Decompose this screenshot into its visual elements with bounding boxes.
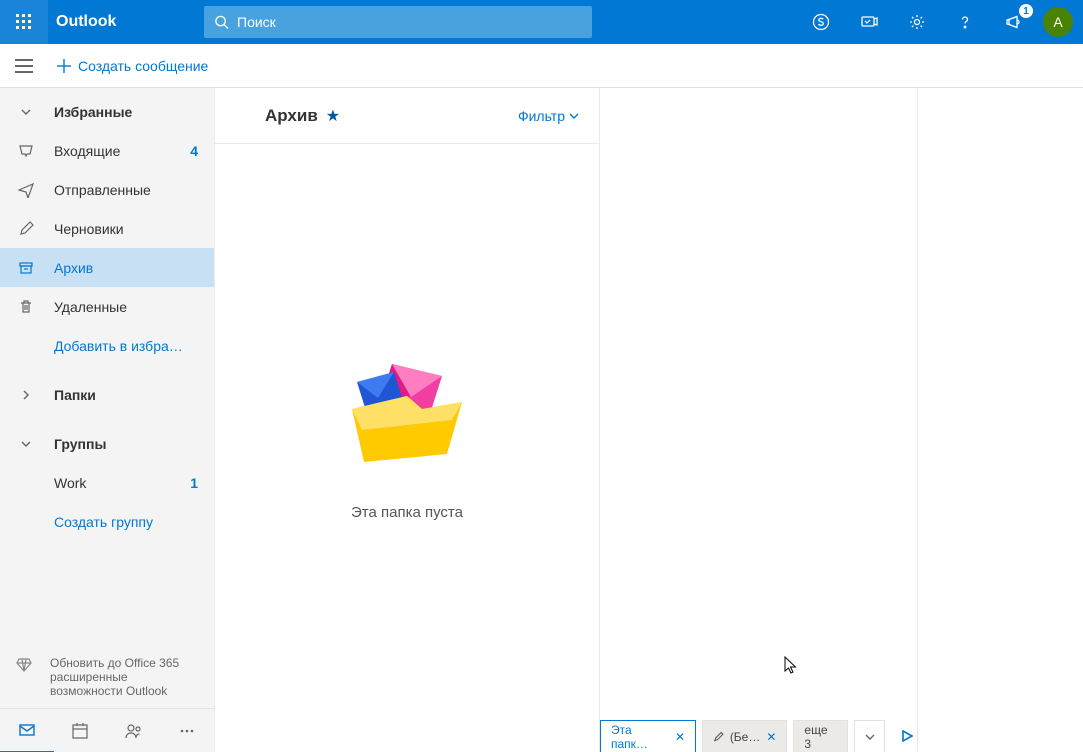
skype-button[interactable] (797, 0, 845, 44)
sidebar-item-sent[interactable]: Отправленные (0, 170, 214, 209)
sidebar-item-inbox[interactable]: Входящие 4 (0, 131, 214, 170)
chevron-down-icon (569, 111, 579, 121)
groups-label: Группы (54, 436, 198, 452)
module-mail[interactable] (0, 709, 54, 752)
filter-label: Фильтр (518, 108, 565, 124)
folder-sidebar: Избранные Входящие 4 Отправленные Чернов… (0, 88, 214, 752)
hamburger-icon (15, 59, 33, 73)
search-icon (214, 14, 229, 30)
inbox-icon (18, 143, 34, 159)
favorites-label: Избранные (54, 104, 198, 120)
sent-label: Отправленные (54, 182, 198, 198)
create-group-label: Создать группу (54, 514, 198, 530)
trash-icon (18, 299, 34, 315)
drafts-label: Черновики (54, 221, 198, 237)
drafts-icon (18, 221, 34, 237)
favorite-star-icon[interactable]: ★ (326, 106, 340, 126)
cursor-icon (784, 656, 798, 674)
hamburger-button[interactable] (0, 44, 48, 88)
archive-icon (18, 260, 34, 276)
sidebar-item-archive[interactable]: Архив (0, 248, 214, 287)
group-work-count: 1 (190, 475, 198, 491)
search-input[interactable] (237, 14, 582, 30)
tab-1[interactable]: Эта папк… ✕ (600, 720, 696, 752)
app-name[interactable]: Outlook (48, 13, 198, 31)
reading-pane: Эта папк… ✕ (Бе… ✕ еще 3 (600, 88, 918, 752)
people-icon (125, 722, 143, 740)
more-icon (178, 722, 196, 740)
teams-button[interactable] (845, 0, 893, 44)
notification-badge: 1 (1019, 4, 1033, 18)
archive-label: Архив (54, 260, 198, 276)
tab-overflow[interactable]: еще 3 (793, 720, 847, 752)
folders-label: Папки (54, 387, 198, 403)
command-bar: Создать сообщение (0, 44, 1083, 88)
app-launcher-button[interactable] (0, 0, 48, 44)
add-favorite-link[interactable]: Добавить в избра… (0, 326, 214, 365)
settings-button[interactable] (893, 0, 941, 44)
filter-button[interactable]: Фильтр (518, 108, 579, 124)
module-calendar[interactable] (54, 709, 108, 752)
message-list-pane: Архив ★ Фильтр Эта папка пуста (214, 88, 600, 752)
diamond-icon (16, 656, 32, 672)
tab-overflow-label: еще 3 (804, 723, 836, 751)
favorites-header[interactable]: Избранные (0, 92, 214, 131)
account-avatar[interactable]: A (1043, 7, 1073, 37)
tabs-expand[interactable] (854, 720, 885, 752)
module-switcher (0, 708, 214, 752)
upgrade-link[interactable]: Обновить до Office 365 расширенные возмо… (0, 646, 214, 708)
play-icon (901, 730, 913, 742)
folders-header[interactable]: Папки (0, 375, 214, 414)
folder-title: Архив (265, 106, 318, 126)
new-message-button[interactable]: Создать сообщение (48, 44, 216, 88)
waffle-icon (16, 14, 32, 30)
sidebar-item-drafts[interactable]: Черновики (0, 209, 214, 248)
group-work[interactable]: Work 1 (0, 463, 214, 502)
tab-2-label: (Бе… (730, 730, 761, 744)
groups-header[interactable]: Группы (0, 424, 214, 463)
chevron-down-icon (864, 731, 876, 743)
chevron-right-icon (20, 389, 32, 401)
inbox-count: 4 (190, 143, 198, 159)
upgrade-label: Обновить до Office 365 расширенные возмо… (50, 656, 198, 698)
chevron-down-icon (20, 106, 32, 118)
help-icon (956, 13, 974, 31)
calendar-icon (71, 722, 89, 740)
pencil-icon (713, 731, 724, 743)
new-message-label: Создать сообщение (78, 58, 208, 74)
search-box[interactable] (204, 6, 592, 38)
create-group-link[interactable]: Создать группу (0, 502, 214, 541)
tab-2[interactable]: (Бе… ✕ (702, 720, 787, 752)
megaphone-icon (1004, 13, 1022, 31)
draft-tabs: Эта папк… ✕ (Бе… ✕ еще 3 (600, 720, 917, 752)
deleted-label: Удаленные (54, 299, 198, 315)
module-people[interactable] (107, 709, 161, 752)
empty-state: Эта папка пуста (215, 144, 599, 752)
module-more[interactable] (161, 709, 215, 752)
send-status-icon (860, 13, 878, 31)
skype-icon (812, 13, 830, 31)
sidebar-item-deleted[interactable]: Удаленные (0, 287, 214, 326)
chevron-down-icon (20, 438, 32, 450)
plus-icon (56, 58, 72, 74)
group-work-label: Work (54, 475, 190, 491)
promo-indicator[interactable] (897, 730, 917, 742)
close-icon[interactable]: ✕ (766, 730, 776, 744)
empty-folder-illustration (342, 344, 472, 474)
app-header: Outlook 1 A (0, 0, 1083, 44)
gear-icon (908, 13, 926, 31)
right-gutter (918, 88, 1083, 752)
inbox-label: Входящие (54, 143, 190, 159)
mail-icon (18, 721, 36, 739)
list-header: Архив ★ Фильтр (215, 88, 599, 144)
help-button[interactable] (941, 0, 989, 44)
add-favorite-label: Добавить в избра… (54, 338, 198, 354)
tab-1-label: Эта папк… (611, 723, 669, 751)
empty-message: Эта папка пуста (351, 504, 463, 521)
close-icon[interactable]: ✕ (675, 730, 685, 744)
sent-icon (18, 182, 34, 198)
notifications-button[interactable]: 1 (989, 0, 1037, 44)
